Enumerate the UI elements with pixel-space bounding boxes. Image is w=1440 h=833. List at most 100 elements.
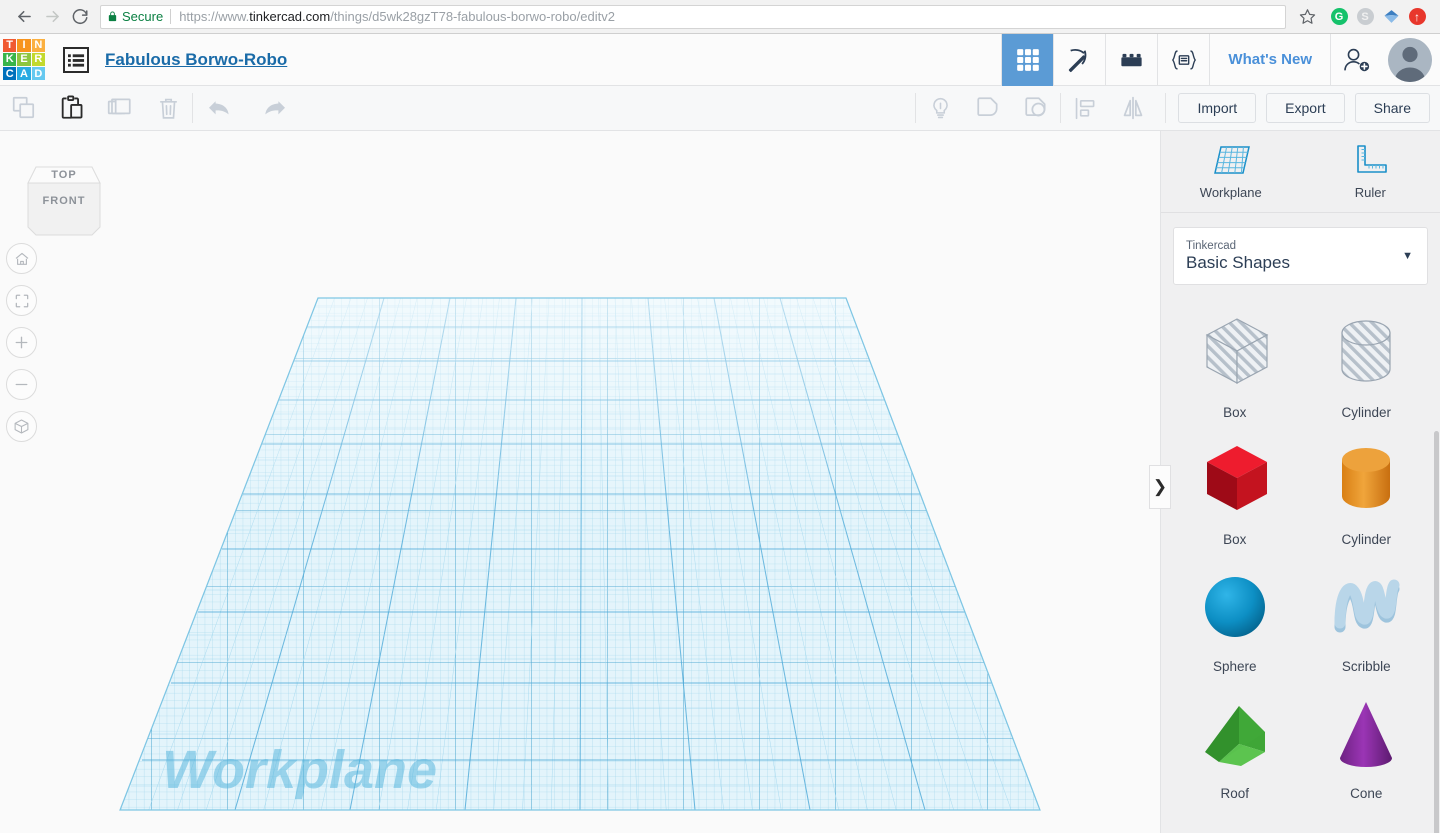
scribble-icon xyxy=(1324,559,1408,655)
logo-tile-K: K xyxy=(3,52,17,67)
box-hole-icon xyxy=(1193,305,1277,401)
view-cube-top-face[interactable]: TOP xyxy=(28,167,100,183)
logo-tile-N: N xyxy=(31,38,45,52)
ruler-icon xyxy=(1357,145,1388,173)
shape-item-cylinder-hole[interactable]: Cylinder xyxy=(1301,301,1433,420)
copy-button[interactable] xyxy=(0,86,48,131)
url-domain: tinkercad.com xyxy=(249,9,331,24)
shape-item-sphere[interactable]: Sphere xyxy=(1169,555,1301,674)
home-view-button[interactable] xyxy=(6,243,37,274)
shape-library-dropdown[interactable]: Tinkercad Basic Shapes ▼ xyxy=(1173,227,1428,285)
header-tools: What's New xyxy=(1001,33,1440,86)
edit-toolbar: Import Export Share xyxy=(0,86,1440,131)
logo-tile-A: A xyxy=(17,67,31,81)
view-cube[interactable]: TOP FRONT xyxy=(22,149,106,245)
shapes-panel: Workplane Ruler Tinkercad Basic Shapes ▼ xyxy=(1160,131,1440,833)
shape-label: Cone xyxy=(1350,786,1383,801)
shape-item-cylinder-orange[interactable]: Cylinder xyxy=(1301,428,1433,547)
codeblocks-icon[interactable] xyxy=(1157,33,1209,86)
workplane-tool[interactable]: Workplane xyxy=(1161,131,1301,212)
toolbar-divider-4 xyxy=(1165,93,1167,123)
logo-tile-T: T xyxy=(3,38,17,52)
shape-label: Roof xyxy=(1220,786,1250,801)
designs-grid-icon[interactable] xyxy=(1001,33,1054,86)
user-avatar[interactable] xyxy=(1388,37,1432,82)
sphere-icon xyxy=(1193,559,1277,655)
ruler-tool-label: Ruler xyxy=(1354,185,1386,200)
url-path: /things/d5wk28gzT78-fabulous-borwo-robo/… xyxy=(330,9,615,24)
shape-library-category: Tinkercad xyxy=(1186,239,1237,252)
browser-toolbar: Secure https://www.tinkercad.com/things/… xyxy=(0,0,1440,34)
workplane-grid-icon xyxy=(1213,146,1250,174)
cylinder-icon xyxy=(1324,432,1408,528)
shape-label: Scribble xyxy=(1341,659,1391,674)
fit-to-view-button[interactable] xyxy=(6,285,37,316)
align-button[interactable] xyxy=(1061,86,1109,131)
panel-tool-row: Workplane Ruler xyxy=(1161,131,1440,213)
pickaxe-minecraft-icon[interactable] xyxy=(1053,33,1105,86)
tinkercad-logo[interactable]: T I N K E R C A D xyxy=(3,38,45,81)
bookmark-star-icon[interactable] xyxy=(1294,4,1320,30)
panel-collapse-button[interactable]: ❯ xyxy=(1149,465,1171,509)
panel-scrollbar[interactable] xyxy=(1434,431,1439,833)
shape-item-box-hole[interactable]: Box xyxy=(1169,301,1301,420)
browser-forward-button[interactable] xyxy=(38,3,66,31)
lightbulb-button[interactable] xyxy=(916,86,964,131)
cone-icon xyxy=(1324,686,1408,782)
box-icon xyxy=(1193,432,1277,528)
grammarly-extension-icon[interactable]: G xyxy=(1326,4,1352,30)
workplane-tool-label: Workplane xyxy=(1199,185,1262,200)
chevron-down-icon: ▼ xyxy=(1402,250,1413,262)
shape-item-box-red[interactable]: Box xyxy=(1169,428,1301,547)
logo-tile-R: R xyxy=(31,52,45,67)
design-canvas[interactable]: Workplane TOP FRONT Ed xyxy=(0,131,1160,833)
import-button[interactable]: Import xyxy=(1178,93,1257,123)
paste-button[interactable] xyxy=(48,86,96,131)
workplane-grid[interactable]: Workplane xyxy=(0,131,1160,833)
shape-library-value: Basic Shapes xyxy=(1186,252,1290,272)
ruler-tool[interactable]: Ruler xyxy=(1301,131,1440,212)
shape-item-roof[interactable]: Roof xyxy=(1169,682,1301,801)
skype-extension-icon[interactable]: S xyxy=(1352,4,1378,30)
share-button[interactable]: Share xyxy=(1354,93,1430,123)
url-scheme: https://www. xyxy=(179,9,250,24)
address-bar[interactable]: Secure https://www.tinkercad.com/things/… xyxy=(100,4,1286,29)
shape-item-cone[interactable]: Cone xyxy=(1301,682,1433,801)
logo-tile-I: I xyxy=(17,38,31,52)
ungroup-button[interactable] xyxy=(1012,86,1060,131)
secure-label: Secure xyxy=(122,9,164,24)
browser-reload-button[interactable] xyxy=(66,3,94,31)
shape-list: Box Cylinder Box Cylinder Sphere Scribbl… xyxy=(1169,301,1432,801)
logo-tile-C: C xyxy=(3,67,17,81)
logo-tile-E: E xyxy=(17,52,31,67)
zoom-out-button[interactable] xyxy=(6,369,37,400)
shape-item-scribble[interactable]: Scribble xyxy=(1301,555,1433,674)
view-cube-front-face[interactable]: FRONT xyxy=(28,191,100,211)
workplane-watermark: Workplane xyxy=(162,740,437,800)
shape-label: Cylinder xyxy=(1341,405,1392,420)
export-button[interactable]: Export xyxy=(1266,93,1345,123)
duplicate-button[interactable] xyxy=(96,86,144,131)
tinkercad-header: T I N K E R C A D Fabulous Borwo-Robo Wh… xyxy=(0,33,1440,86)
group-button[interactable] xyxy=(964,86,1012,131)
add-person-icon[interactable] xyxy=(1330,33,1382,86)
shape-label: Cylinder xyxy=(1341,532,1392,547)
list-menu-icon[interactable] xyxy=(63,46,89,73)
mirror-button[interactable] xyxy=(1109,86,1157,131)
redo-button[interactable] xyxy=(247,86,301,131)
delete-button[interactable] xyxy=(144,86,192,131)
upload-extension-icon[interactable]: ↑ xyxy=(1404,4,1430,30)
ortho-perspective-toggle[interactable] xyxy=(6,411,37,442)
url-divider xyxy=(170,9,172,24)
browser-back-button[interactable] xyxy=(10,3,38,31)
shape-label: Box xyxy=(1223,532,1247,547)
lego-brick-icon[interactable] xyxy=(1105,33,1157,86)
diamond-extension-icon[interactable] xyxy=(1378,4,1404,30)
cylinder-hole-icon xyxy=(1324,305,1408,401)
undo-button[interactable] xyxy=(193,86,247,131)
zoom-in-button[interactable] xyxy=(6,327,37,358)
whats-new-button[interactable]: What's New xyxy=(1209,33,1330,86)
project-title[interactable]: Fabulous Borwo-Robo xyxy=(105,50,287,70)
logo-tile-D: D xyxy=(31,67,45,81)
shape-label: Sphere xyxy=(1212,659,1257,674)
